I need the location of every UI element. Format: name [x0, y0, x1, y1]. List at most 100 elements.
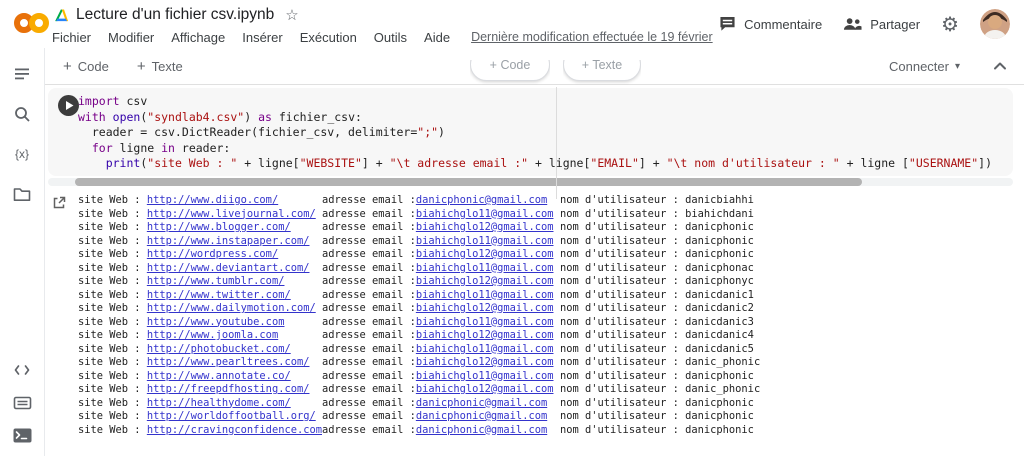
website-link[interactable]: http://wordpress.com/ — [147, 248, 278, 260]
code-editor[interactable]: import csv with open("syndlab4.csv") as f… — [78, 88, 1013, 172]
website-link[interactable]: http://www.tumblr.com/ — [147, 275, 285, 287]
comment-label: Commentaire — [744, 16, 823, 32]
people-icon — [844, 18, 862, 30]
collapse-sections-button[interactable] — [990, 56, 1010, 76]
website-link[interactable]: http://www.youtube.com — [147, 316, 285, 328]
website-link[interactable]: http://www.dailymotion.com/ — [147, 302, 316, 314]
variables-button[interactable]: {x} — [0, 134, 44, 174]
connect-button[interactable]: Connecter ▾ — [889, 48, 960, 85]
menu-item-fichier[interactable]: Fichier — [52, 30, 91, 45]
table-of-contents-button[interactable] — [0, 54, 44, 94]
email-link[interactable]: biahichglo12@gmail.com — [416, 356, 554, 368]
site-label: site Web : — [78, 356, 147, 368]
email-label: adresse email : — [322, 248, 416, 260]
add-code-button[interactable]: + Code — [63, 58, 109, 75]
star-icon[interactable]: ☆ — [285, 6, 298, 24]
username-label: nom d'utilisateur : — [560, 302, 686, 314]
code-snippets-button[interactable] — [0, 353, 44, 386]
website-link[interactable]: http://freepdfhosting.com/ — [147, 383, 310, 395]
run-cell-button[interactable] — [58, 95, 79, 116]
email-link[interactable]: biahichglo12@gmail.com — [416, 248, 554, 260]
website-link[interactable]: http://www.joomla.com — [147, 329, 278, 341]
code-line: reader = csv.DictReader(fichier_csv, del… — [78, 125, 445, 140]
menu-item-outils[interactable]: Outils — [374, 30, 407, 45]
email-link[interactable]: biahichglo11@gmail.com — [416, 316, 554, 328]
email-link[interactable]: biahichglo11@gmail.com — [416, 208, 554, 220]
site-label: site Web : — [78, 383, 147, 395]
username-value: danic_phonic — [685, 383, 761, 395]
colab-logo-icon[interactable] — [14, 13, 49, 33]
menu-item-affichage[interactable]: Affichage — [171, 30, 225, 45]
email-link[interactable]: biahichglo11@gmail.com — [416, 370, 554, 382]
username-label: nom d'utilisateur : — [560, 261, 686, 274]
website-link[interactable]: http://photobucket.com/ — [147, 343, 291, 355]
files-button[interactable] — [0, 174, 44, 214]
email-link[interactable]: danicphonic@gmail.com — [416, 194, 547, 206]
site-label: site Web : — [78, 302, 147, 314]
insert-code-label: + Code — [489, 60, 531, 72]
website-link[interactable]: http://worldoffootball.org/ — [147, 410, 316, 422]
website-link[interactable]: http://www.pearltrees.com/ — [147, 356, 310, 368]
insert-text-button[interactable]: + Texte — [563, 60, 641, 81]
website-link[interactable]: http://www.livejournal.com/ — [147, 208, 316, 220]
website-link[interactable]: http://www.instapaper.com/ — [147, 235, 310, 247]
email-link[interactable]: biahichglo11@gmail.com — [416, 262, 554, 274]
share-button[interactable]: Partager — [843, 17, 920, 32]
email-link[interactable]: biahichglo12@gmail.com — [416, 329, 554, 341]
website-link[interactable]: http://www.annotate.co/ — [147, 370, 291, 382]
site-label: site Web : — [78, 342, 147, 355]
menu-item-inserer[interactable]: Insérer — [242, 30, 282, 45]
email-link[interactable]: biahichglo12@gmail.com — [416, 302, 554, 314]
settings-gear-icon[interactable]: ⚙ — [941, 14, 959, 34]
website-link[interactable]: http://www.deviantart.com/ — [147, 262, 310, 274]
email-link[interactable]: danicphonic@gmail.com — [416, 397, 547, 409]
last-modified-link[interactable]: Dernière modification effectuée le 19 fé… — [471, 30, 713, 44]
logo-right-ring — [29, 13, 49, 33]
user-avatar[interactable] — [980, 9, 1010, 39]
menu-item-modifier[interactable]: Modifier — [108, 30, 154, 45]
site-label: site Web : — [78, 248, 147, 260]
email-link[interactable]: danicphonic@gmail.com — [416, 424, 547, 436]
search-button[interactable] — [0, 94, 44, 134]
website-link[interactable]: http://healthydome.com/ — [147, 397, 291, 409]
add-text-button[interactable]: + Texte — [137, 58, 183, 75]
website-link[interactable]: http://www.diigo.com/ — [147, 194, 278, 206]
email-label: adresse email : — [322, 234, 416, 247]
terminal-button[interactable] — [0, 419, 44, 452]
insert-code-button[interactable]: + Code — [470, 60, 550, 81]
username-label: nom d'utilisateur : — [560, 423, 686, 436]
insert-text-clip: + Texte — [563, 60, 641, 86]
site-label: site Web : — [78, 288, 147, 301]
username-value: danicphonic — [685, 396, 754, 409]
menu-item-execution[interactable]: Exécution — [300, 30, 357, 45]
variables-icon: {x} — [14, 147, 29, 161]
website-link[interactable]: http://www.twitter.com/ — [147, 289, 291, 301]
scrollbar-thumb[interactable] — [75, 178, 862, 186]
email-link[interactable]: biahichglo12@gmail.com — [416, 275, 554, 287]
output-row: site Web : http://www.annotate.co/adress… — [78, 370, 1024, 384]
username-label: nom d'utilisateur : — [560, 248, 686, 260]
email-link[interactable]: danicphonic@gmail.com — [416, 410, 547, 422]
username-value: biahichdani — [685, 207, 754, 220]
email-link[interactable]: biahichglo11@gmail.com — [416, 343, 554, 355]
email-label: adresse email : — [322, 369, 416, 382]
notebook-title[interactable]: Lecture d'un fichier csv.ipynb — [76, 6, 274, 24]
header-actions: Commentaire Partager ⚙ — [719, 9, 1010, 39]
website-link[interactable]: http://cravingconfidence.com — [147, 424, 322, 436]
header: Lecture d'un fichier csv.ipynb ☆ Fichier… — [0, 0, 1024, 48]
command-palette-button[interactable] — [0, 386, 44, 419]
email-link[interactable]: biahichglo12@gmail.com — [416, 221, 554, 233]
output-actions-button[interactable] — [52, 195, 67, 210]
comment-button[interactable]: Commentaire — [719, 16, 822, 32]
horizontal-scrollbar[interactable] — [48, 178, 1013, 186]
menu-item-aide[interactable]: Aide — [424, 30, 450, 45]
site-label: site Web : — [78, 275, 147, 287]
email-link[interactable]: biahichglo12@gmail.com — [416, 383, 554, 395]
output-area: site Web : http://www.diigo.com/adresse … — [45, 194, 1024, 437]
email-label: adresse email : — [322, 329, 416, 341]
insert-text-label: + Texte — [581, 60, 623, 72]
email-link[interactable]: biahichglo11@gmail.com — [416, 235, 554, 247]
website-link[interactable]: http://www.blogger.com/ — [147, 221, 291, 233]
email-link[interactable]: biahichglo11@gmail.com — [416, 289, 554, 301]
site-label: site Web : — [78, 410, 147, 422]
